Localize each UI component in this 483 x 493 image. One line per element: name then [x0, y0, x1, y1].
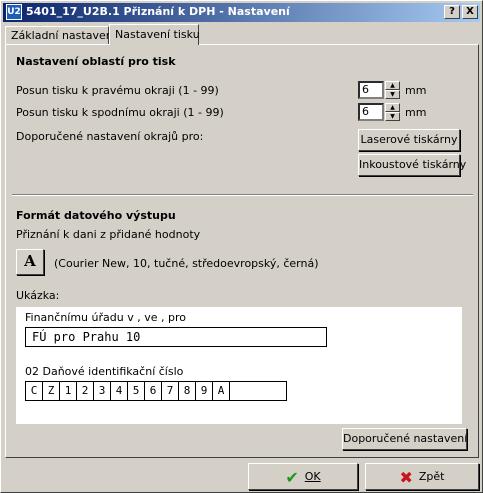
- print-margins-heading: Nastavení oblastí pro tisk: [16, 55, 176, 68]
- close-icon: ✖: [399, 467, 413, 487]
- office-value-box: FÚ pro Prahu 10: [25, 327, 327, 347]
- dic-cell: Z: [43, 382, 60, 400]
- app-icon: U2: [6, 4, 22, 20]
- dic-cell: 5: [128, 382, 145, 400]
- section-divider: [12, 194, 473, 196]
- right-margin-label: Posun tisku k pravému okraji (1 - 99): [16, 84, 219, 97]
- bottom-margin-label: Posun tisku k spodnímu okraji (1 - 99): [16, 106, 224, 119]
- close-button[interactable]: X: [462, 5, 478, 19]
- right-margin-spinner[interactable]: 6 ▲ ▼: [358, 81, 400, 99]
- dic-cell: [230, 382, 286, 400]
- right-margin-down-icon[interactable]: ▼: [385, 90, 400, 99]
- sample-preview: Finančnímu úřadu v , ve , pro FÚ pro Pra…: [16, 307, 462, 424]
- settings-dialog: U2 5401_17_U2B.1 Přiznání k DPH - Nastav…: [0, 0, 483, 493]
- back-label: Zpět: [418, 470, 445, 483]
- tab-print-settings[interactable]: Nastavení tisku: [109, 24, 200, 45]
- dic-cell: 4: [111, 382, 128, 400]
- dic-cell: 1: [60, 382, 77, 400]
- bottom-margin-up-icon[interactable]: ▲: [385, 103, 400, 112]
- dic-cells: C Z 1 2 3 4 5 6 7 8 9 A: [25, 381, 287, 401]
- dic-cell: A: [213, 382, 230, 400]
- right-margin-input[interactable]: 6: [358, 81, 384, 99]
- bottom-margin-spinner[interactable]: 6 ▲ ▼: [358, 103, 400, 121]
- ok-button[interactable]: ✔ OK: [248, 463, 358, 490]
- dic-cell: 2: [77, 382, 94, 400]
- dic-cell: 9: [196, 382, 213, 400]
- back-button[interactable]: ✖ Zpět: [365, 463, 479, 490]
- recommended-settings-button[interactable]: Doporučené nastavení: [342, 428, 467, 450]
- bottom-margin-down-icon[interactable]: ▼: [385, 112, 400, 121]
- dic-cell: 3: [94, 382, 111, 400]
- output-format-subtitle: Přiznání k dani z přidané hodnoty: [16, 228, 201, 241]
- ok-label: OK: [304, 470, 321, 483]
- dic-cell: C: [26, 382, 43, 400]
- output-format-heading: Formát datového výstupu: [16, 209, 176, 222]
- tab-basic-settings[interactable]: Základní nastavení: [5, 26, 116, 44]
- sample-label: Ukázka:: [16, 289, 60, 302]
- inkjet-printers-button[interactable]: Inkoustové tiskárny: [358, 154, 466, 176]
- bottom-margin-unit: mm: [405, 106, 427, 119]
- recommended-margins-label: Doporučené nastavení okrajů pro:: [16, 130, 204, 143]
- laser-printers-button[interactable]: Laserové tiskárny: [358, 129, 460, 151]
- right-margin-unit: mm: [405, 84, 427, 97]
- title-bar[interactable]: U2 5401_17_U2B.1 Přiznání k DPH - Nastav…: [3, 3, 480, 22]
- font-description: (Courier New, 10, tučné, středoevropský,…: [54, 257, 319, 270]
- bottom-margin-input[interactable]: 6: [358, 103, 384, 121]
- dic-cell: 7: [162, 382, 179, 400]
- window-title: 5401_17_U2B.1 Přiznání k DPH - Nastavení: [26, 5, 290, 18]
- dic-caption: 02 Daňové identifikační číslo: [25, 365, 184, 378]
- dic-cell: 6: [145, 382, 162, 400]
- font-select-button[interactable]: A: [16, 249, 44, 275]
- help-button[interactable]: ?: [444, 5, 460, 19]
- tab-panel: Nastavení oblastí pro tisk Posun tisku k…: [5, 44, 479, 458]
- office-caption: Finančnímu úřadu v , ve , pro: [25, 311, 186, 324]
- checkmark-icon: ✔: [285, 467, 299, 487]
- dic-cell: 8: [179, 382, 196, 400]
- right-margin-up-icon[interactable]: ▲: [385, 81, 400, 90]
